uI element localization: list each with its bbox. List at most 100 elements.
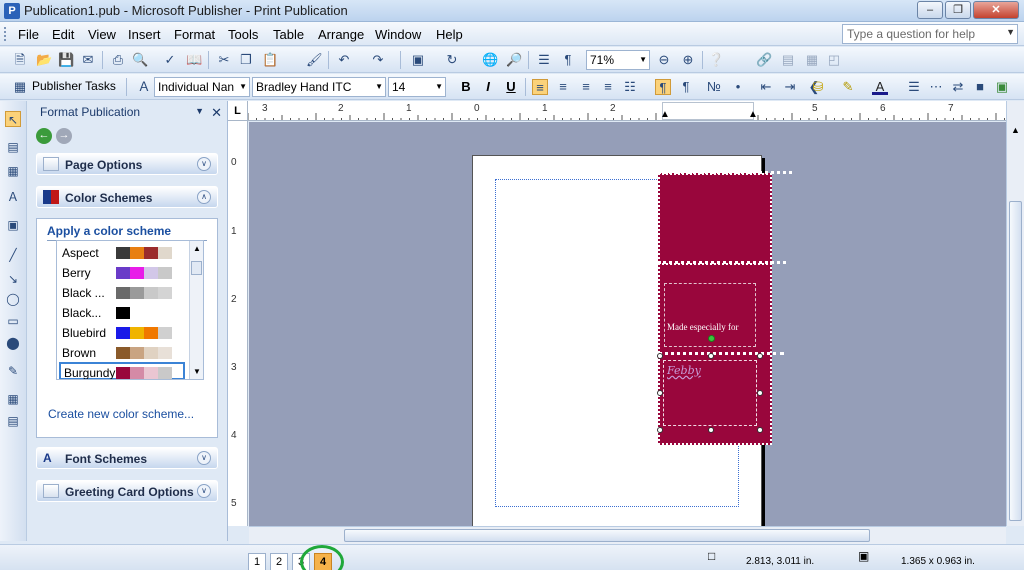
chevron-down-icon[interactable]: ∨ [197, 157, 211, 171]
ltr-paragraph-icon[interactable]: ¶ [655, 79, 671, 95]
color-scheme-list[interactable]: Aspect Berry Black ... Black... Bluebird [56, 240, 204, 380]
menu-file[interactable]: File [18, 27, 39, 42]
fill-color-icon[interactable]: ⛁ [810, 79, 826, 95]
back-icon[interactable]: ← [36, 128, 52, 144]
italic-button[interactable]: I [480, 79, 496, 95]
research-icon[interactable]: 📖 [186, 52, 202, 68]
size-dropdown-icon[interactable]: ▼ [435, 82, 443, 91]
design-gallery-icon[interactable]: ▦ [5, 391, 21, 407]
menubar-grip-icon[interactable] [4, 27, 7, 41]
text-wrap-icon[interactable]: ▤ [780, 52, 796, 68]
arrow-icon[interactable]: ↘ [5, 271, 21, 287]
close-button[interactable]: ✕ [973, 1, 1019, 19]
hot-spot-icon[interactable]: ✎ [5, 363, 21, 379]
print-icon[interactable]: ⎙ [110, 52, 126, 68]
arrow-style-icon[interactable]: ⇄ [950, 79, 966, 95]
columns-icon[interactable]: ☰ [536, 52, 552, 68]
chevron-down-icon[interactable]: ∨ [197, 484, 211, 498]
scheme-burgundy[interactable]: Burgundy [59, 362, 185, 379]
copy-icon[interactable]: ❐ [238, 52, 254, 68]
save-icon[interactable]: 💾 [58, 52, 74, 68]
insert-table-icon[interactable]: ▦ [5, 163, 21, 179]
style-combo[interactable]: Individual Nan ▼ [154, 77, 250, 97]
right-indent-marker-icon[interactable]: ▲ [748, 109, 758, 120]
font-combo[interactable]: Bradley Hand ITC ▼ [252, 77, 386, 97]
menu-window[interactable]: Window [375, 27, 421, 42]
scroll-up-icon[interactable]: ▲ [193, 244, 201, 253]
format-painter-icon[interactable]: 🖌 [306, 52, 323, 68]
create-color-scheme-link[interactable]: Create new color scheme... [48, 407, 194, 421]
help-icon[interactable]: ❔ [708, 52, 724, 68]
publication-canvas[interactable]: Made especially for Febby [249, 122, 1006, 526]
scroll-thumb[interactable] [191, 261, 202, 275]
page-button-2[interactable]: 2 [270, 553, 288, 570]
hyperlink-icon[interactable]: 🌐 [482, 52, 498, 68]
indent-marker-icon[interactable]: ▲ [660, 109, 670, 120]
decrease-indent-icon[interactable]: ⇤ [758, 79, 774, 95]
made-especially-for-text[interactable]: Made especially for [667, 322, 738, 332]
rectangle-icon[interactable]: ▭ [5, 313, 21, 329]
select-icon[interactable]: ↖ [5, 111, 21, 127]
resize-handle[interactable] [657, 390, 663, 396]
align-center-icon[interactable]: ≡ [555, 79, 571, 95]
restore-button[interactable]: ❐ [945, 1, 971, 19]
spelling-icon[interactable]: ✓ [162, 52, 178, 68]
scheme-aspect[interactable]: Aspect [59, 244, 185, 262]
resize-handle[interactable] [657, 353, 663, 359]
page-button-1[interactable]: 1 [248, 553, 266, 570]
scheme-black-2[interactable]: Black... [59, 304, 185, 322]
line-color-icon[interactable]: ✎ [840, 79, 856, 95]
scroll-thumb[interactable] [344, 529, 870, 542]
open-icon[interactable]: 📂 [36, 52, 52, 68]
mail-icon[interactable]: ✉ [80, 52, 96, 68]
menu-table[interactable]: Table [273, 27, 304, 42]
print-preview-icon[interactable]: 🔍 [132, 52, 148, 68]
scheme-list-scrollbar[interactable]: ▲ ▼ [189, 241, 203, 379]
ruler-origin-button[interactable]: L [228, 101, 248, 121]
resize-handle[interactable] [757, 390, 763, 396]
group-icon[interactable]: ▦ [804, 52, 820, 68]
line-icon[interactable]: ╱ [5, 247, 21, 263]
help-search-input[interactable]: Type a question for help ▼ [842, 24, 1018, 44]
align-left-icon[interactable]: ≡ [532, 79, 548, 95]
forward-icon[interactable]: → [56, 128, 72, 144]
scroll-down-icon[interactable]: ▼ [193, 367, 201, 376]
paste-icon[interactable]: 📋 [262, 52, 278, 68]
color-schemes-section[interactable]: Color Schemes ∧ [36, 186, 218, 208]
menu-tools[interactable]: Tools [228, 27, 258, 42]
resize-handle[interactable] [657, 427, 663, 433]
bold-button[interactable]: B [458, 79, 474, 95]
scroll-up-icon[interactable]: ▲ [1011, 125, 1020, 135]
menu-edit[interactable]: Edit [52, 27, 74, 42]
wordart-icon[interactable]: Ａ [5, 189, 21, 205]
vertical-ruler[interactable]: 0 1 2 3 4 5 [228, 121, 248, 526]
scheme-bluebird[interactable]: Bluebird [59, 324, 185, 342]
greeting-card-options-section[interactable]: Greeting Card Options ∨ [36, 480, 218, 502]
chevron-down-icon[interactable]: ∨ [197, 451, 211, 465]
increase-indent-icon[interactable]: ⇥ [782, 79, 798, 95]
publisher-app-icon[interactable]: P [4, 3, 20, 19]
undo-icon[interactable]: ↶ [336, 52, 352, 68]
numbering-icon[interactable]: № [706, 79, 722, 95]
resize-handle[interactable] [708, 427, 714, 433]
scheme-brown[interactable]: Brown [59, 344, 185, 362]
line-style-icon[interactable]: ☰ [906, 79, 922, 95]
zoom-dropdown-icon[interactable]: ▼ [639, 55, 647, 64]
task-pane-close-icon[interactable]: ✕ [211, 105, 222, 121]
3d-style-icon[interactable]: ▣ [994, 79, 1010, 95]
resize-handle[interactable] [757, 427, 763, 433]
style-dropdown-icon[interactable]: ▼ [239, 82, 247, 91]
rtl-paragraph-icon[interactable]: ¶ [678, 79, 694, 95]
scheme-berry[interactable]: Berry [59, 264, 185, 282]
vertical-scrollbar[interactable]: ▲ [1006, 101, 1024, 526]
shadow-style-icon[interactable]: ■ [972, 79, 988, 95]
menu-format[interactable]: Format [174, 27, 215, 42]
justify-icon[interactable]: ≡ [600, 79, 616, 95]
scroll-thumb[interactable] [1009, 201, 1022, 521]
font-size-combo[interactable]: 14 ▼ [388, 77, 446, 97]
help-dropdown-icon[interactable]: ▼ [1006, 27, 1015, 37]
chevron-up-icon[interactable]: ∧ [197, 190, 211, 204]
zoom-out-icon[interactable]: ⊖ [656, 52, 672, 68]
recipient-name-text[interactable]: Febby [667, 364, 701, 377]
pilcrow-icon[interactable]: ¶ [560, 52, 576, 68]
